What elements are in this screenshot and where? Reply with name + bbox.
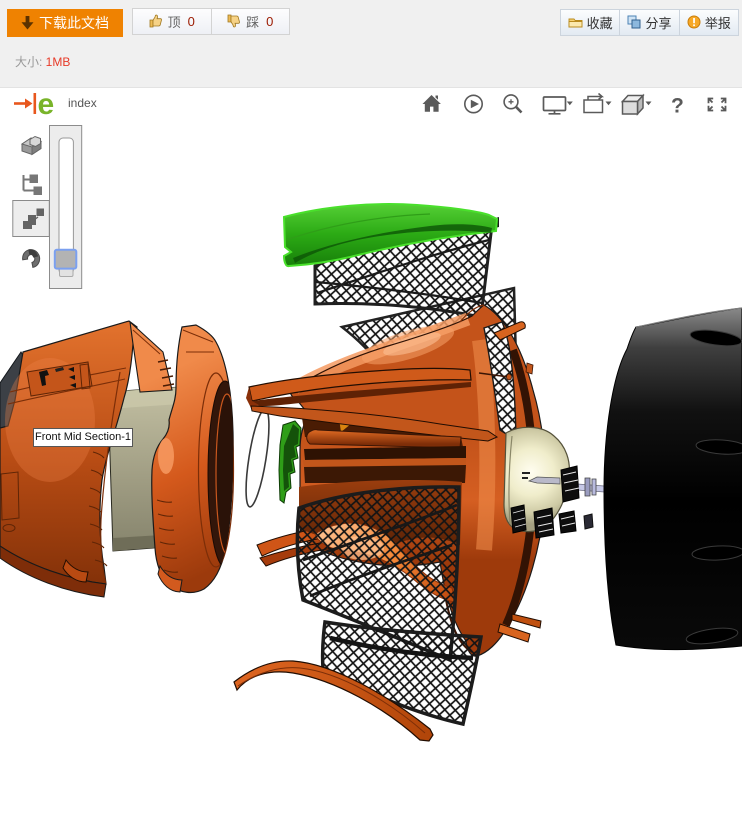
svg-text:e: e	[38, 88, 55, 121]
svg-text:?: ?	[671, 95, 684, 118]
